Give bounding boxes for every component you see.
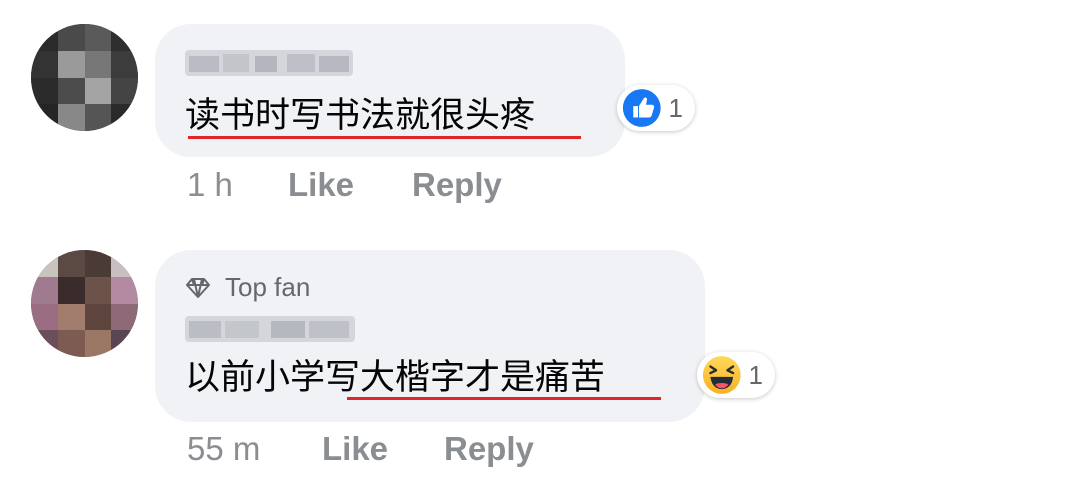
comment-1: 读书时写书法就很头疼 1 1 h Like Reply <box>0 0 1080 230</box>
comment-bubble: Top fan 以前小学写大楷字才是痛苦 <box>155 250 705 422</box>
top-fan-label: Top fan <box>225 272 311 302</box>
avatar[interactable] <box>31 250 138 357</box>
red-underline <box>347 397 661 400</box>
comment-text: 读书时写书法就很头疼 <box>185 96 536 136</box>
timestamp[interactable]: 55 m <box>187 430 260 468</box>
author-name-blurred[interactable] <box>185 316 355 342</box>
reply-button[interactable]: Reply <box>412 166 502 204</box>
timestamp[interactable]: 1 h <box>187 166 233 204</box>
author-name-blurred[interactable] <box>185 50 353 76</box>
reply-button[interactable]: Reply <box>444 430 534 468</box>
like-icon <box>622 89 661 127</box>
diamond-icon <box>186 277 210 298</box>
like-button[interactable]: Like <box>288 166 354 204</box>
comment-2: Top fan 以前小学写大楷字才是痛苦 1 55 m Like Reply <box>0 230 1080 487</box>
avatar-pixelated-image <box>31 250 138 357</box>
comment-bubble: 读书时写书法就很头疼 <box>155 24 625 157</box>
reaction-badge[interactable]: 1 <box>697 352 775 398</box>
like-button[interactable]: Like <box>322 430 388 468</box>
reaction-count: 1 <box>668 92 683 123</box>
comment-text: 以前小学写大楷字才是痛苦 <box>185 358 606 398</box>
top-fan-badge: Top fan <box>185 272 310 303</box>
haha-icon <box>702 356 741 394</box>
reaction-badge[interactable]: 1 <box>617 85 695 131</box>
reaction-count: 1 <box>748 359 763 390</box>
avatar-pixelated-image <box>31 24 138 131</box>
avatar[interactable] <box>31 24 138 131</box>
red-underline <box>188 136 581 139</box>
